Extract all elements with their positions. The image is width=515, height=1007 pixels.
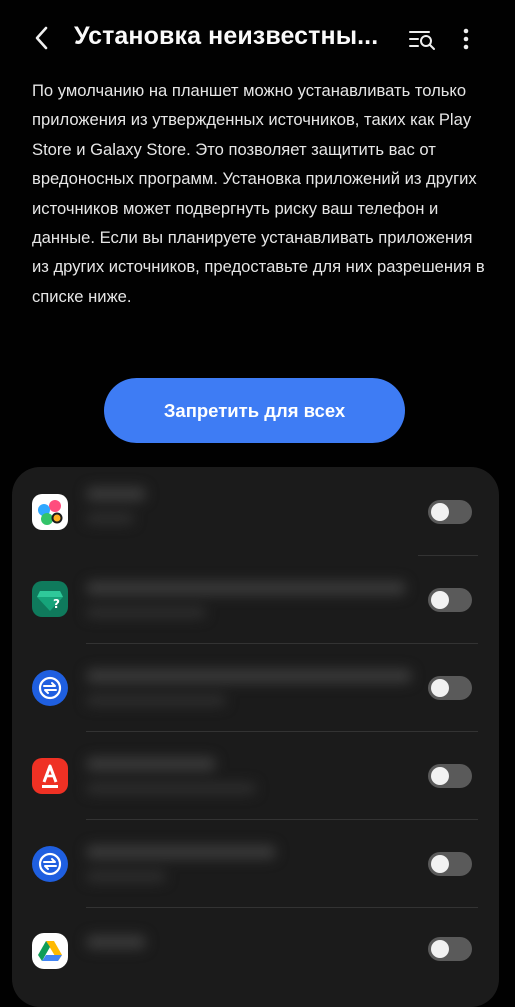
- app-name-blurred: [86, 581, 418, 649]
- app-name-blurred: [86, 487, 418, 555]
- back-arrow-icon: [35, 26, 48, 50]
- app-name-blurred: [86, 845, 418, 913]
- install-permission-toggle[interactable]: [428, 500, 472, 524]
- more-vertical-icon: [463, 28, 469, 50]
- drive-triangle-app-icon: [32, 933, 68, 969]
- app-name-blurred: [86, 935, 418, 1003]
- search-button[interactable]: [405, 22, 439, 56]
- green-gem-question-app-icon: ?: [32, 581, 68, 617]
- red-letter-a-app-icon: [32, 758, 68, 794]
- list-item[interactable]: [12, 819, 499, 907]
- list-item[interactable]: [12, 731, 499, 819]
- search-list-icon: [409, 31, 435, 50]
- install-permission-toggle[interactable]: [428, 764, 472, 788]
- list-item[interactable]: [12, 643, 499, 731]
- app-name-blurred: [86, 669, 418, 737]
- install-permission-toggle[interactable]: [428, 852, 472, 876]
- install-permission-toggle[interactable]: [428, 937, 472, 961]
- app-name-blurred: [86, 757, 418, 825]
- page-title: Установка неизвестны...: [74, 22, 379, 50]
- top-app-bar: Установка неизвестны...: [0, 0, 515, 76]
- install-permission-toggle[interactable]: [428, 588, 472, 612]
- multicolor-dots-app-icon: [32, 494, 68, 530]
- more-options-button[interactable]: [452, 22, 480, 56]
- list-item[interactable]: [12, 467, 499, 555]
- back-button[interactable]: [24, 20, 60, 56]
- blue-sync-app-icon: [32, 670, 68, 706]
- description-text: По умолчанию на планшет можно устанавлив…: [32, 81, 485, 306]
- svg-text:?: ?: [53, 597, 60, 611]
- blue-sync-app-icon: [32, 846, 68, 882]
- block-all-button[interactable]: Запретить для всех: [104, 378, 405, 443]
- list-item[interactable]: [12, 907, 499, 995]
- install-permission-toggle[interactable]: [428, 676, 472, 700]
- list-item[interactable]: ?: [12, 555, 499, 643]
- app-list: ?: [12, 467, 499, 1007]
